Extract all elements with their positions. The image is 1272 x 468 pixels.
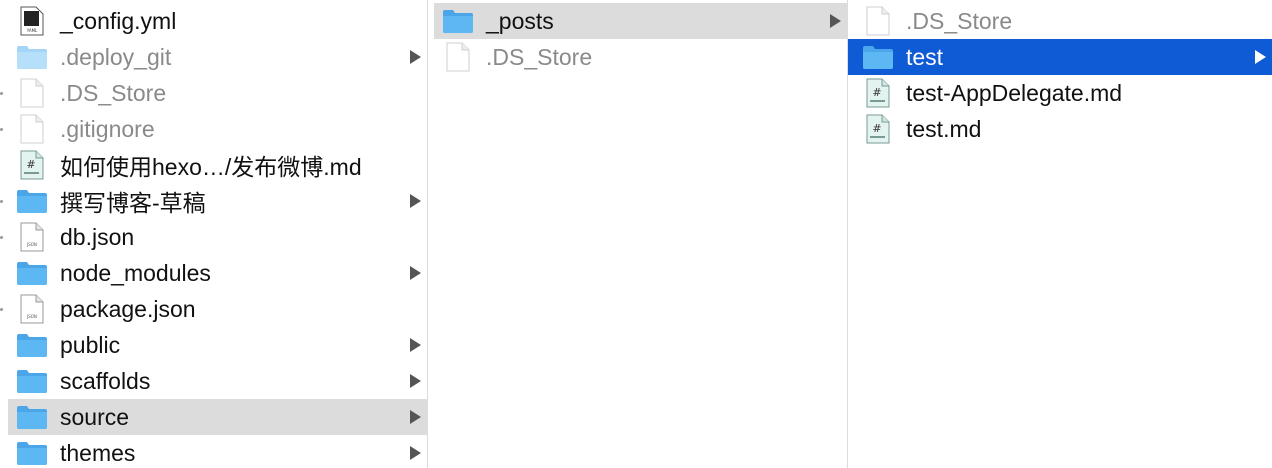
file-row[interactable]: JSON package.json [8, 291, 427, 327]
folder-icon [14, 42, 50, 72]
item-label: 撰写博客-草稿 [60, 190, 206, 216]
item-label: public [60, 331, 121, 358]
folder-icon [14, 330, 50, 360]
file-row[interactable]: .DS_Store [8, 75, 427, 111]
folder-icon [860, 42, 896, 72]
folder-icon [14, 438, 50, 468]
markdown-file-icon: # [860, 78, 896, 108]
item-label: .DS_Store [60, 79, 167, 106]
item-label: .gitignore [60, 115, 155, 142]
item-label: test [906, 43, 944, 70]
yaml-file-icon: YAML [14, 6, 50, 36]
folder-row[interactable]: public [8, 327, 427, 363]
blank-file-icon [14, 78, 50, 108]
item-label: test.md [906, 115, 982, 142]
folder-row[interactable]: .deploy_git [8, 39, 427, 75]
folder-icon [440, 6, 476, 36]
edge-marker [0, 308, 3, 311]
disclosure-arrow-icon [830, 14, 841, 28]
markdown-file-icon: # [14, 150, 50, 180]
disclosure-arrow-icon [410, 410, 421, 424]
svg-text:JSON: JSON [26, 314, 37, 319]
file-row[interactable]: .gitignore [8, 111, 427, 147]
folder-row[interactable]: node_modules [8, 255, 427, 291]
finder-column-browser: YAML _config.yml .deploy_git .DS_Store .giti… [0, 0, 1272, 468]
svg-text:#: # [872, 86, 881, 99]
edge-marker [0, 200, 3, 203]
svg-text:#: # [872, 122, 881, 135]
folder-row[interactable]: themes [8, 435, 427, 468]
column-3[interactable]: .DS_Storetest # test-AppDelegate.md # test.m… [848, 0, 1272, 468]
item-label: source [60, 403, 130, 430]
file-row[interactable]: .DS_Store [434, 39, 847, 75]
folder-row[interactable]: _posts [434, 3, 847, 39]
disclosure-arrow-icon [410, 194, 421, 208]
column-2[interactable]: _posts .DS_Store [428, 0, 847, 468]
item-label: .deploy_git [60, 43, 172, 70]
disclosure-arrow-icon [410, 374, 421, 388]
json-file-icon: JSON [14, 294, 50, 324]
disclosure-arrow-icon [410, 446, 421, 460]
file-row[interactable]: .DS_Store [848, 3, 1272, 39]
item-label: .DS_Store [486, 43, 593, 70]
file-row[interactable]: # 如何使用hexo…/发布微博.md [8, 147, 427, 183]
folder-row[interactable]: scaffolds [8, 363, 427, 399]
item-label: .DS_Store [906, 7, 1013, 34]
item-label: scaffolds [60, 367, 151, 394]
folder-icon [14, 366, 50, 396]
blank-file-icon [860, 6, 896, 36]
item-label: db.json [60, 223, 135, 250]
edge-marker [0, 92, 3, 95]
disclosure-arrow-icon [1255, 50, 1266, 64]
column-1[interactable]: YAML _config.yml .deploy_git .DS_Store .giti… [0, 0, 427, 468]
file-row[interactable]: # test.md [848, 111, 1272, 147]
file-row[interactable]: JSON db.json [8, 219, 427, 255]
disclosure-arrow-icon [410, 266, 421, 280]
item-label: node_modules [60, 259, 211, 286]
edge-marker [0, 128, 3, 131]
markdown-file-icon: # [860, 114, 896, 144]
svg-text:#: # [26, 158, 35, 171]
folder-row[interactable]: 撰写博客-草稿 [8, 183, 427, 219]
svg-text:JSON: JSON [26, 242, 37, 247]
folder-icon [14, 186, 50, 216]
folder-icon [14, 258, 50, 288]
edge-marker [0, 236, 3, 239]
file-row[interactable]: YAML _config.yml [8, 3, 427, 39]
disclosure-arrow-icon [410, 338, 421, 352]
json-file-icon: JSON [14, 222, 50, 252]
blank-file-icon [14, 114, 50, 144]
item-label: _config.yml [60, 7, 177, 34]
file-row[interactable]: # test-AppDelegate.md [848, 75, 1272, 111]
item-label: _posts [486, 7, 554, 34]
folder-row[interactable]: source [8, 399, 427, 435]
item-label: package.json [60, 295, 196, 322]
folder-row[interactable]: test [848, 39, 1272, 75]
item-label: themes [60, 439, 136, 466]
svg-text:YAML: YAML [26, 28, 38, 33]
folder-icon [14, 402, 50, 432]
blank-file-icon [440, 42, 476, 72]
item-label: 如何使用hexo…/发布微博.md [60, 154, 362, 180]
disclosure-arrow-icon [410, 50, 421, 64]
item-label: test-AppDelegate.md [906, 79, 1123, 106]
